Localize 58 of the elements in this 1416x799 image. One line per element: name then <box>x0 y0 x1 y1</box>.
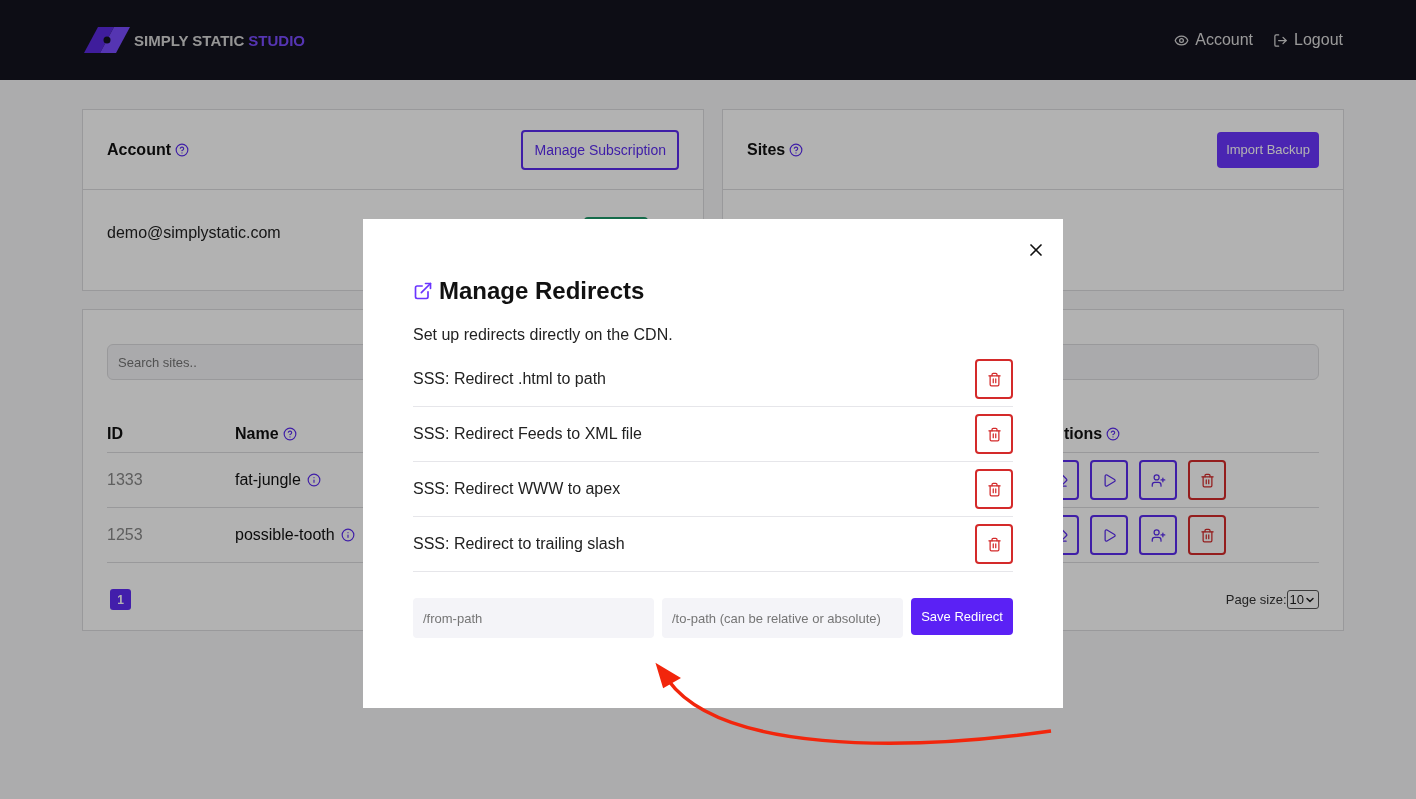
play-button[interactable] <box>1090 515 1128 555</box>
add-user-button[interactable] <box>1139 460 1177 500</box>
help-icon <box>789 142 804 157</box>
card-title: Account <box>107 140 171 159</box>
logo-icon <box>84 27 130 53</box>
nav-link[interactable]: Logout <box>1273 31 1343 49</box>
redirect-name: SSS: Redirect to trailing slash <box>413 535 625 553</box>
info-icon <box>340 528 355 542</box>
trash-icon <box>1199 472 1215 488</box>
redirect-name: SSS: Redirect .html to path <box>413 370 606 388</box>
add-user-button[interactable] <box>1139 515 1177 555</box>
help-icon <box>1106 426 1121 441</box>
trash-icon <box>986 481 1002 497</box>
play-icon <box>1101 527 1117 543</box>
from-path-field[interactable]: /from-path <box>413 598 654 638</box>
user-plus-icon <box>1150 527 1166 543</box>
logout-icon <box>1273 32 1289 48</box>
redirect-name: SSS: Redirect Feeds to XML file <box>413 425 642 443</box>
to-path-field[interactable]: /to-path (can be relative or absolute) <box>662 598 903 638</box>
dialog-title: Manage Redirects <box>439 277 645 305</box>
eye-icon <box>1174 32 1190 48</box>
page-size-select[interactable]: 10 <box>1286 590 1319 609</box>
help-icon <box>282 426 297 441</box>
table-cell: 1333 <box>107 471 143 489</box>
nav-link[interactable]: Account <box>1174 31 1254 49</box>
import-backup-button[interactable]: Import Backup <box>1217 131 1319 168</box>
save-redirect-button[interactable]: Save Redirect <box>911 598 1013 635</box>
trash-icon <box>986 536 1002 552</box>
column-header: tions <box>1064 424 1103 443</box>
external-link-icon <box>413 281 433 301</box>
delete-button[interactable] <box>1188 515 1226 555</box>
delete-button[interactable] <box>975 469 1013 509</box>
logo-text: SIMPLY STATIC <box>134 31 245 49</box>
delete-button[interactable] <box>975 359 1013 399</box>
page-size-label: Page size: <box>1225 592 1287 607</box>
column-header: ID <box>107 424 123 443</box>
card-title: Sites <box>747 140 786 159</box>
play-button[interactable] <box>1090 460 1128 500</box>
trash-icon <box>1199 527 1215 543</box>
dialog-description: Set up redirects directly on the CDN. <box>413 326 674 344</box>
info-icon <box>306 473 321 487</box>
trash-icon <box>986 426 1002 442</box>
account-email: demo@simplystatic.com <box>107 224 281 241</box>
user-plus-icon <box>1150 472 1166 488</box>
redirect-name: SSS: Redirect WWW to apex <box>413 480 621 498</box>
table-cell: possible-tooth <box>235 526 335 544</box>
delete-button[interactable] <box>975 524 1013 564</box>
help-icon <box>175 142 189 157</box>
delete-button[interactable] <box>1188 460 1226 500</box>
table-cell: 1253 <box>107 526 143 544</box>
manage-subscription-button[interactable]: Manage Subscription <box>521 129 679 170</box>
table-cell: fat-jungle <box>235 471 301 489</box>
page-button[interactable]: 1 <box>110 589 131 610</box>
column-header: Name <box>235 424 279 443</box>
logo-accent-text: STUDIO <box>248 31 305 49</box>
trash-icon <box>986 371 1002 387</box>
play-icon <box>1101 472 1117 488</box>
delete-button[interactable] <box>975 414 1013 454</box>
